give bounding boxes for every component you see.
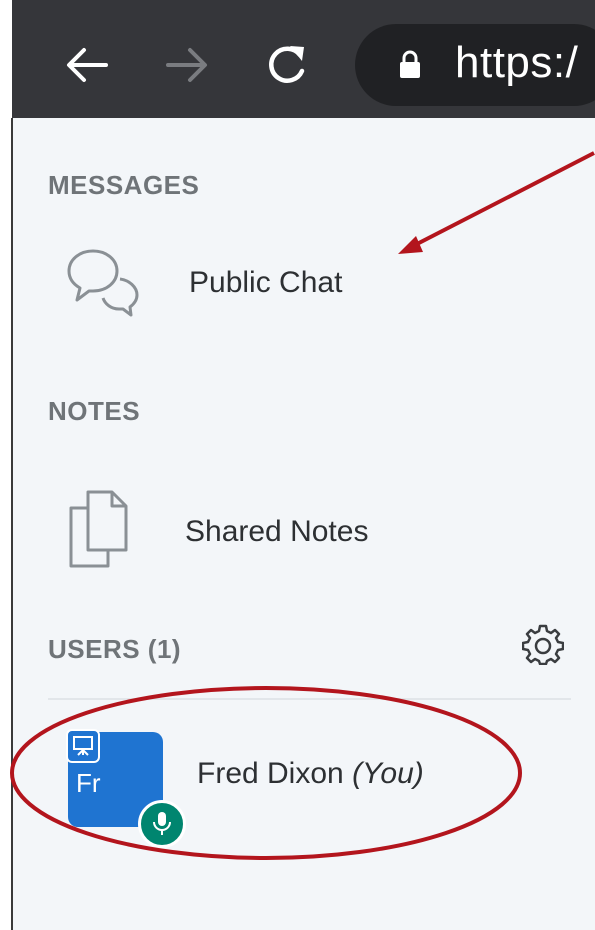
annotation-arrow-line xyxy=(414,151,595,247)
annotation-arrow-head xyxy=(398,236,423,254)
annotation-overlay xyxy=(10,151,595,860)
annotation-ellipse xyxy=(10,686,522,860)
